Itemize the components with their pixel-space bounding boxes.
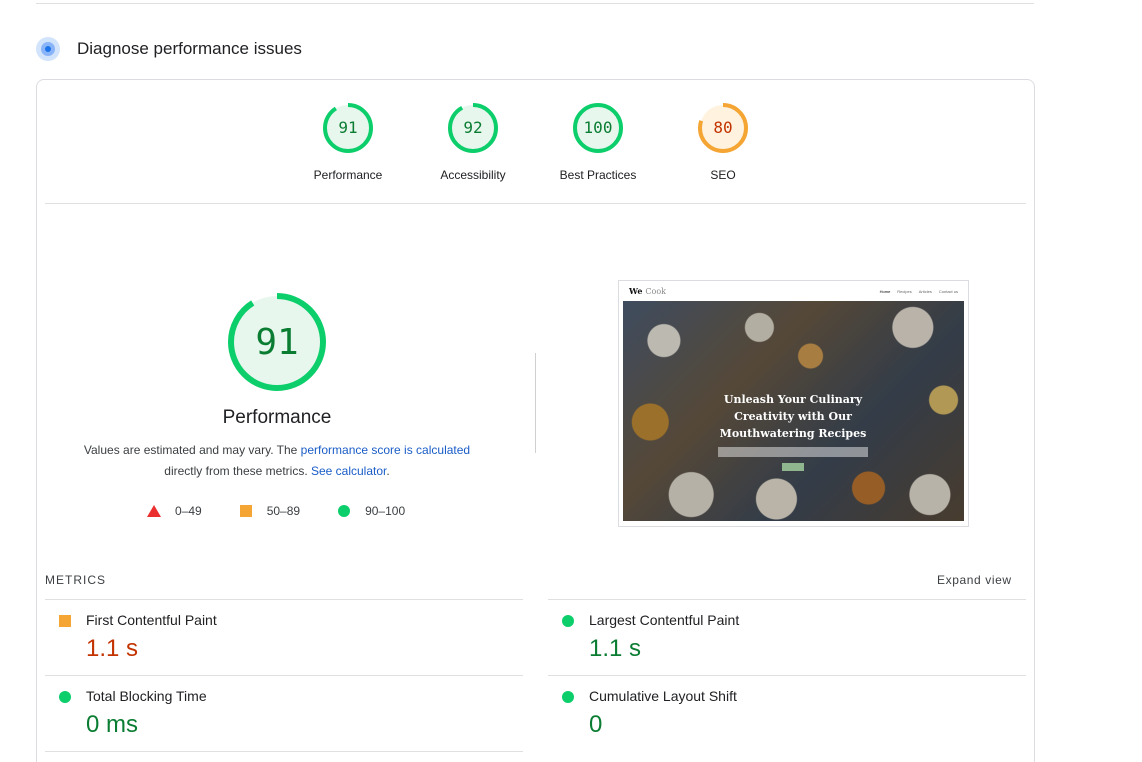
desc-text: . — [386, 464, 390, 478]
score-calculated-link[interactable]: performance score is calculated — [301, 443, 470, 457]
metric-title: First Contentful Paint — [86, 612, 217, 628]
performance-description: Values are estimated and may vary. The p… — [67, 440, 487, 482]
legend-pass: 90–100 — [338, 504, 405, 518]
screenshot-nav: We Cook Home Recipes Articles Contact us — [619, 281, 968, 301]
metrics-divider — [45, 751, 523, 752]
metric-tbt: Total Blocking Time 0 ms — [45, 675, 523, 751]
screenshot-links: Home Recipes Articles Contact us — [873, 289, 958, 294]
hero-button — [782, 463, 804, 471]
metric-title: Cumulative Layout Shift — [589, 688, 737, 704]
legend-range: 50–89 — [266, 504, 301, 518]
legend-range: 90–100 — [365, 504, 406, 518]
metric-title: Largest Contentful Paint — [589, 612, 740, 628]
legend-fail: 0–49 — [147, 504, 202, 518]
expand-view-button[interactable]: Expand view — [937, 573, 1012, 587]
gauge-score: 100 — [583, 118, 613, 137]
triangle-icon — [147, 505, 161, 517]
screenshot-link: Home — [879, 288, 891, 294]
square-icon — [239, 505, 252, 517]
gauge-score: 91 — [338, 118, 358, 137]
performance-score: 91 — [255, 322, 299, 363]
vertical-divider — [535, 353, 536, 453]
page-screenshot: We Cook Home Recipes Articles Contact us … — [618, 280, 969, 527]
screenshot-link: Contact us — [938, 288, 958, 294]
circle-icon — [338, 505, 351, 517]
logo-we: We — [629, 286, 643, 296]
see-calculator-link[interactable]: See calculator — [311, 464, 386, 478]
metric-value: 0 — [589, 711, 603, 738]
performance-title: Performance — [222, 407, 332, 428]
screenshot-link: Articles — [918, 288, 932, 294]
metric-value: 0 ms — [86, 711, 139, 738]
hero-heading: Unleash Your Culinary Creativity with Ou… — [719, 393, 867, 440]
gauge-score: 92 — [463, 118, 483, 137]
screenshot-link: Recipes — [897, 288, 912, 294]
diagnose-icon — [36, 37, 60, 61]
performance-big-gauge: 91 — [227, 292, 327, 392]
circle-icon — [562, 615, 574, 627]
report-card: 91 Performance 92 Accessibility 100 Best… — [36, 79, 1035, 762]
metric-value: 1.1 s — [86, 635, 139, 662]
square-icon — [59, 615, 71, 627]
metric-value: 1.1 s — [589, 635, 642, 662]
metrics-label: METRICS — [45, 573, 106, 587]
category-gauges: 91 Performance 92 Accessibility 100 Best… — [37, 102, 1034, 192]
screenshot-logo: We Cook — [629, 286, 666, 296]
desc-text: directly from these metrics. — [164, 464, 311, 478]
metric-cls: Cumulative Layout Shift 0 — [548, 675, 1026, 751]
logo-cook: Cook — [645, 287, 667, 296]
legend-range: 0–49 — [175, 504, 202, 518]
gauge-performance[interactable]: 91 Performance — [293, 102, 403, 182]
top-divider — [36, 3, 1034, 4]
diagnose-header: Diagnose performance issues — [36, 36, 302, 62]
gauge-best-practices[interactable]: 100 Best Practices — [543, 102, 653, 182]
section-title: Diagnose performance issues — [77, 39, 302, 58]
gauges-divider — [45, 203, 1026, 204]
gauge-accessibility[interactable]: 92 Accessibility — [418, 102, 528, 182]
hero-subtext — [718, 447, 868, 457]
gauge-label: Performance — [313, 168, 383, 182]
circle-icon — [562, 691, 574, 703]
screenshot-hero-image: Unleash Your Culinary Creativity with Ou… — [623, 301, 964, 521]
gauge-score: 80 — [713, 118, 733, 137]
desc-text: Values are estimated and may vary. The — [83, 443, 301, 457]
gauge-label: SEO — [710, 168, 736, 182]
score-legend: 0–49 50–89 90–100 — [147, 503, 443, 519]
metric-fcp: First Contentful Paint 1.1 s — [45, 599, 523, 675]
legend-average: 50–89 — [239, 504, 301, 518]
gauge-label: Accessibility — [440, 168, 506, 182]
gauge-label: Best Practices — [559, 168, 637, 182]
gauge-seo[interactable]: 80 SEO — [668, 102, 778, 182]
metric-lcp: Largest Contentful Paint 1.1 s — [548, 599, 1026, 675]
metric-title: Total Blocking Time — [86, 688, 207, 704]
circle-icon — [59, 691, 71, 703]
